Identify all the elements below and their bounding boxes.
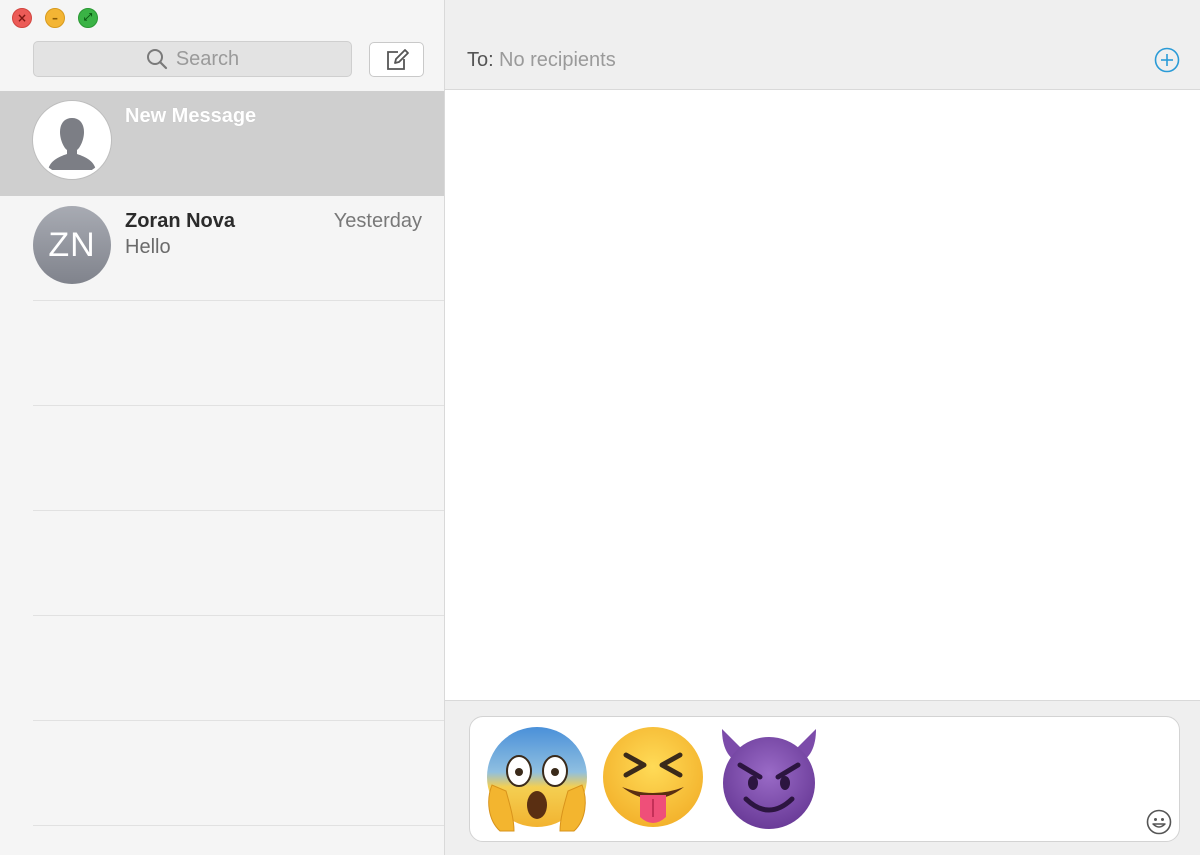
list-divider bbox=[33, 615, 444, 616]
sidebar: × – ⤢ Search New Message ZN Zoran Nova Y… bbox=[0, 0, 445, 855]
compose-button[interactable] bbox=[369, 42, 424, 77]
message-input[interactable] bbox=[469, 716, 1180, 842]
avatar: ZN bbox=[33, 206, 111, 284]
add-circle-icon[interactable] bbox=[1154, 47, 1180, 73]
conversation-zoran-nova[interactable]: ZN Zoran Nova Yesterday Hello bbox=[0, 196, 444, 301]
squinting-face-with-tongue-icon bbox=[603, 727, 703, 827]
conversation-new-message[interactable]: New Message bbox=[0, 91, 444, 196]
list-divider bbox=[33, 825, 444, 826]
avatar bbox=[33, 101, 111, 179]
list-divider bbox=[33, 720, 444, 721]
recipient-field[interactable]: No recipients bbox=[499, 49, 616, 72]
message-timestamp: Yesterday bbox=[333, 210, 422, 232]
compose-icon bbox=[386, 48, 409, 70]
contact-name: Zoran Nova bbox=[125, 210, 236, 232]
to-label: To: bbox=[467, 49, 494, 71]
person-silhouette-icon bbox=[36, 104, 108, 176]
window-controls: × – ⤢ bbox=[12, 8, 98, 28]
emoji-content bbox=[484, 725, 822, 835]
recipient-bar: To: No recipients bbox=[445, 0, 1200, 90]
smiling-face-with-horns-icon bbox=[722, 729, 816, 829]
conversation-pane: To: No recipients bbox=[445, 0, 1200, 855]
search-icon bbox=[146, 49, 167, 70]
composer-bar bbox=[445, 700, 1200, 855]
conversation-title: New Message bbox=[125, 105, 257, 127]
search-input[interactable]: Search bbox=[33, 41, 352, 77]
close-icon[interactable]: × bbox=[12, 8, 32, 28]
message-preview: Hello bbox=[125, 236, 171, 258]
fullscreen-icon[interactable]: ⤢ bbox=[78, 8, 98, 28]
smiley-icon[interactable] bbox=[1146, 809, 1172, 835]
list-divider bbox=[33, 510, 444, 511]
search-placeholder: Search bbox=[175, 47, 240, 70]
list-divider bbox=[33, 405, 444, 406]
face-screaming-in-fear-icon bbox=[487, 727, 587, 832]
minimize-icon[interactable]: – bbox=[45, 8, 65, 28]
